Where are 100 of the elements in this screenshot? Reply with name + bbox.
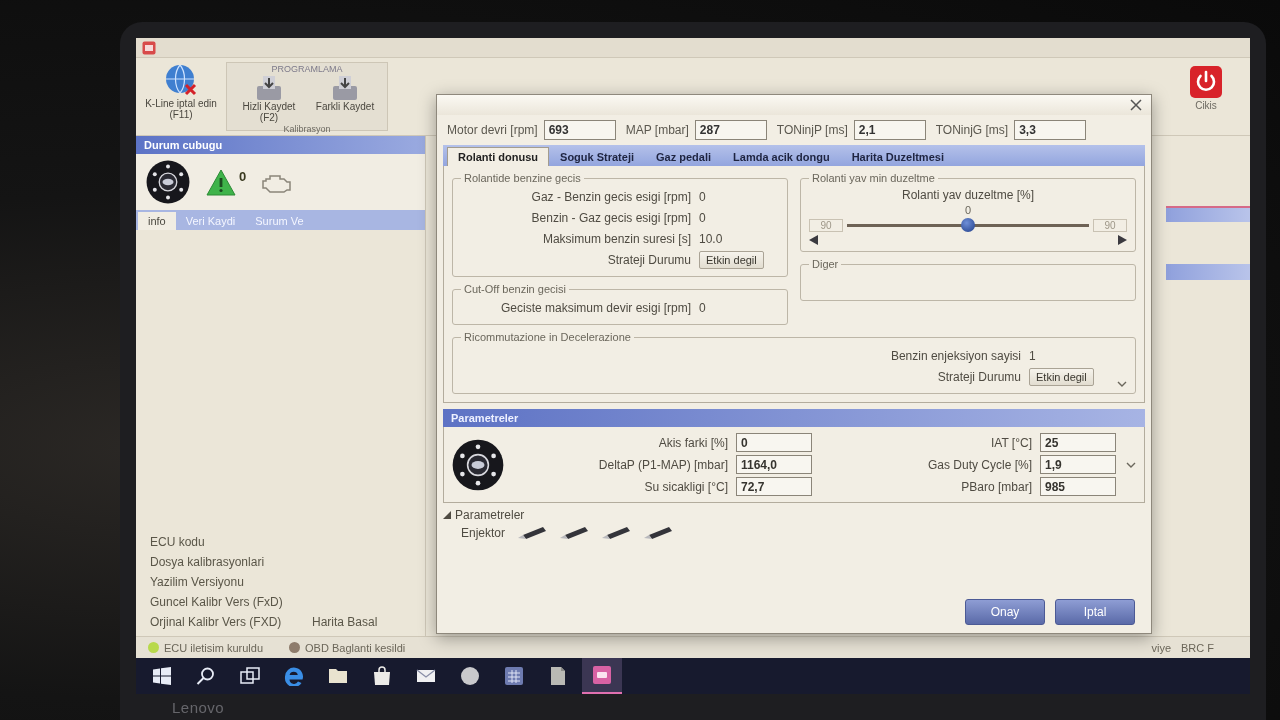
parameter-field: 1,9 [1040,455,1116,474]
injector-label: Enjektor [461,526,506,540]
slider-label: Rolanti yav duzeltme [%] [900,188,1036,202]
info-label: Yazilim Versiyonu [150,574,245,589]
save-button[interactable]: Farkli Kaydet [310,74,380,124]
reading-field: 287 [694,120,767,140]
parameter-label: IAT [°C] [989,435,1032,450]
strategy-status-button[interactable]: Etkin degil [699,250,764,269]
setting-label: Gaz - Benzin gecis esigi [rpm] [530,189,691,204]
parameter-field: 0 [736,433,812,452]
task-view-icon [240,666,260,686]
tab[interactable]: Lamda acik dongu [722,147,841,166]
shopping-bag-icon [372,666,392,686]
reading-label: MAP [mbar] [625,123,689,137]
panel-header: Parametreler [443,409,1145,427]
setting-label: Strateji Durumu [606,252,691,267]
setting-label: Maksimum benzin suresi [s] [541,231,691,246]
triangle-icon [443,511,451,519]
setting-value: 10.0 [699,231,724,246]
status-text: OBD Baglanti kesildi [305,641,406,654]
slider-value: 0 [964,204,972,216]
warning-icon [206,168,236,196]
status-text: viye [1151,641,1171,654]
reading-label: Motor devri [rpm] [447,123,538,137]
reading-field: 2,1 [853,120,926,140]
panel-header: Durum cubugu [136,136,425,154]
status-text: ECU iletisim kuruldu [164,641,264,654]
injector-icon [517,526,548,540]
slider-thumb[interactable] [961,218,975,232]
exit-button[interactable]: Cikis [1186,62,1226,131]
right-triangle-icon[interactable] [1118,235,1127,245]
setting-label: Benzin - Gaz gecis esigi [rpm] [530,210,691,225]
k-line-button[interactable]: K-Line iptal edin (F11) [142,62,220,131]
search-icon [196,666,216,686]
tab[interactable]: Soguk Strateji [549,147,645,166]
info-label: ECU kodu [150,534,206,549]
group-title: Diger [811,258,840,270]
group-title: PROGRAMLAMA [271,64,343,74]
injector-icon [643,526,674,540]
chevron-icon[interactable] [1126,461,1136,468]
group-caption: Kalibrasyon [283,124,331,134]
info-value: Harita Basal [312,614,379,629]
reading-field: 3,3 [1014,120,1087,140]
tab[interactable]: Gaz pedali [645,147,723,166]
reading-field: 693 [543,120,616,140]
warning-count: 0 [239,168,247,184]
taskbar-button[interactable] [582,658,622,694]
dialog-button[interactable]: Iptal [1055,599,1135,625]
injector-icon [601,526,632,540]
disc-icon [460,666,480,686]
setting-label: Strateji Durumu [936,369,1021,384]
tray-arrow-icon [256,75,282,101]
parameter-label: Su sicakligi [°C] [643,479,728,494]
slider-min-label: 90 [809,218,843,232]
group-title: Rolanti yav min duzeltme [811,172,936,184]
setting-label: Benzin enjeksiyon sayisi [889,348,1021,363]
parameter-field: 72,7 [736,477,812,496]
injector-icon [559,526,590,540]
setting-value: 0 [699,189,707,204]
setting-value: 0 [699,300,707,315]
left-triangle-icon[interactable] [809,235,818,245]
tab[interactable]: Harita Duzeltmesi [840,147,955,166]
app-icon [142,40,156,55]
info-label: Dosya kalibrasyonlari [150,554,266,569]
page-icon [548,666,568,686]
windows-icon [152,666,172,686]
chevron-icon[interactable] [1117,381,1127,387]
folder-icon [328,666,348,686]
parameter-field: 25 [1040,433,1116,452]
group-title: Rolantide benzine gecis [463,172,582,184]
disc-logo-icon [146,160,190,204]
expander-button[interactable]: Parametreler [443,508,525,522]
info-label: Orjinal Kalibr Vers (FXD) [150,614,283,629]
strategy-status-button[interactable]: Etkin degil [1029,367,1094,386]
status-text: BRC F [1181,641,1214,654]
info-label: Guncel Kalibr Vers (FxD) [150,594,284,609]
save-button[interactable]: Hizli Kaydet (F2) [234,74,304,124]
browser-icon [284,666,304,686]
power-icon [1190,66,1222,98]
app-tile-icon [592,665,612,685]
group-title: Ricommutazione in Decelerazione [463,331,632,343]
close-icon [1130,99,1142,111]
brand-label: Lenovo [172,698,225,716]
dialog-button[interactable]: Onay [965,599,1045,625]
reading-label: TONinjP [ms] [776,123,848,137]
parameter-field: 985 [1040,477,1116,496]
parameter-label: DeltaP (P1-MAP) [mbar] [597,457,728,472]
slider-max-label: 90 [1093,218,1127,232]
globe-icon [165,64,197,96]
reading-label: TONinjG [ms] [935,123,1009,137]
setting-value: 1 [1029,348,1037,363]
info-tab[interactable]: info [138,212,176,230]
disc-logo-icon [452,438,504,491]
parameter-label: PBaro [mbar] [960,479,1032,494]
setting-label: Geciste maksimum devir esigi [rpm] [499,300,691,315]
tab[interactable]: Rolanti donusu [447,147,550,166]
grid-tile-icon [504,666,524,686]
setting-value: 0 [699,210,707,225]
parameter-field: 1164,0 [736,455,812,474]
parameter-label: Akis farki [%] [657,435,728,450]
